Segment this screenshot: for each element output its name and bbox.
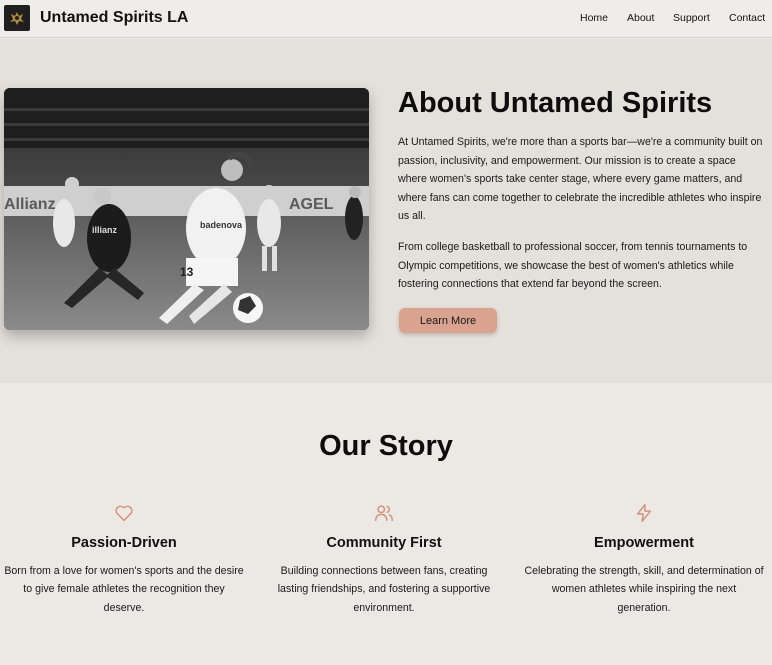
svg-text:badenova: badenova — [200, 220, 243, 230]
svg-text:illianz: illianz — [92, 225, 118, 235]
card-text: Celebrating the strength, skill, and det… — [524, 565, 764, 614]
story-card-empowerment: Empowerment Celebrating the strength, sk… — [524, 500, 764, 617]
story-card-community: Community First Building connections bet… — [264, 500, 504, 617]
nav-link-contact[interactable]: Contact — [729, 12, 765, 24]
about-paragraph-2: From college basketball to professional … — [398, 241, 748, 291]
navbar: Untamed Spirits LA Home About Support Co… — [0, 0, 772, 38]
logo-emblem-icon — [10, 12, 24, 25]
card-title: Passion-Driven — [71, 535, 177, 551]
story-title: Our Story — [319, 430, 453, 462]
card-title: Empowerment — [594, 535, 694, 551]
card-text: Building connections between fans, creat… — [277, 565, 491, 614]
nav-link-about[interactable]: About — [627, 12, 654, 24]
card-title: Community First — [326, 535, 442, 551]
about-paragraph-1: At Untamed Spirits, we're more than a sp… — [398, 136, 763, 223]
card-text: Born from a love for women's sports and … — [4, 565, 244, 614]
brand-name[interactable]: Untamed Spirits LA — [40, 9, 188, 27]
svg-text:AGEL: AGEL — [289, 196, 334, 213]
lightning-icon — [636, 504, 652, 522]
heart-icon — [115, 505, 133, 522]
users-icon — [375, 505, 393, 522]
about-title: About Untamed Spirits — [398, 87, 713, 119]
nav-link-home[interactable]: Home — [580, 12, 608, 24]
soccer-players-image: Allianz AGEL illianz badenova 13 — [4, 88, 369, 330]
logo[interactable] — [4, 5, 30, 31]
learn-more-button[interactable]: Learn More — [399, 308, 497, 333]
about-section: Allianz AGEL illianz badenova 13 About U… — [0, 39, 772, 383]
story-card-passion: Passion-Driven Born from a love for wome… — [4, 500, 244, 617]
svg-text:Allianz: Allianz — [4, 196, 56, 213]
nav-link-support[interactable]: Support — [673, 12, 710, 24]
hero-photo: Allianz AGEL illianz badenova 13 — [4, 88, 369, 330]
svg-text:13: 13 — [180, 265, 194, 279]
